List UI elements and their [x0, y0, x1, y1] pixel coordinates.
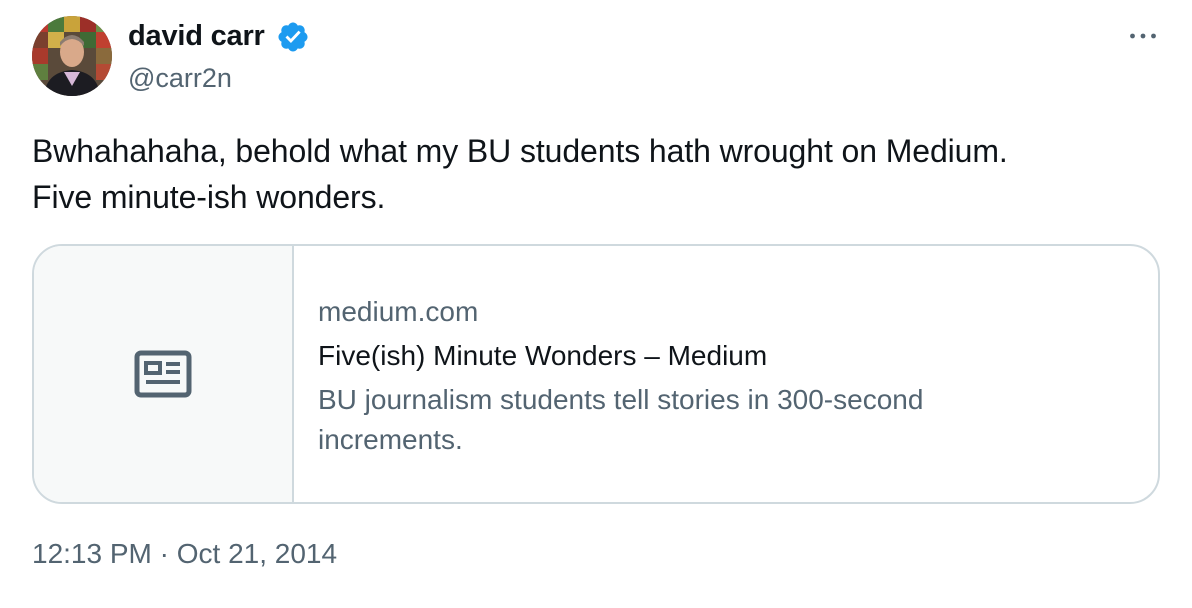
- author-handle[interactable]: @carr2n: [128, 63, 232, 94]
- tweet-text-line: Bwhahahaha, behold what my BU students h…: [32, 133, 1008, 169]
- avatar-photo: [32, 16, 112, 96]
- link-card-thumbnail: [34, 246, 294, 502]
- article-icon: [134, 350, 192, 398]
- tweet: david carr @carr2n Bwhahahaha, behold wh…: [0, 0, 1192, 608]
- link-card-title: Five(ish) Minute Wonders – Medium: [318, 340, 768, 371]
- author-avatar[interactable]: [32, 16, 112, 96]
- tweet-text: Bwhahahaha, behold what my BU students h…: [32, 128, 1152, 220]
- link-card-body: medium.com Five(ish) Minute Wonders – Me…: [318, 292, 1138, 460]
- link-card-description: BU journalism students tell stories in 3…: [318, 384, 924, 455]
- link-card[interactable]: medium.com Five(ish) Minute Wonders – Me…: [32, 244, 1160, 504]
- tweet-timestamp[interactable]: 12:13 PM · Oct 21, 2014: [32, 538, 337, 570]
- link-card-domain: medium.com: [318, 296, 479, 327]
- verified-badge-icon: [278, 22, 308, 52]
- more-horizontal-icon[interactable]: [1125, 18, 1161, 54]
- tweet-text-line: Five minute-ish wonders.: [32, 179, 386, 215]
- author-name[interactable]: david carr: [128, 20, 265, 53]
